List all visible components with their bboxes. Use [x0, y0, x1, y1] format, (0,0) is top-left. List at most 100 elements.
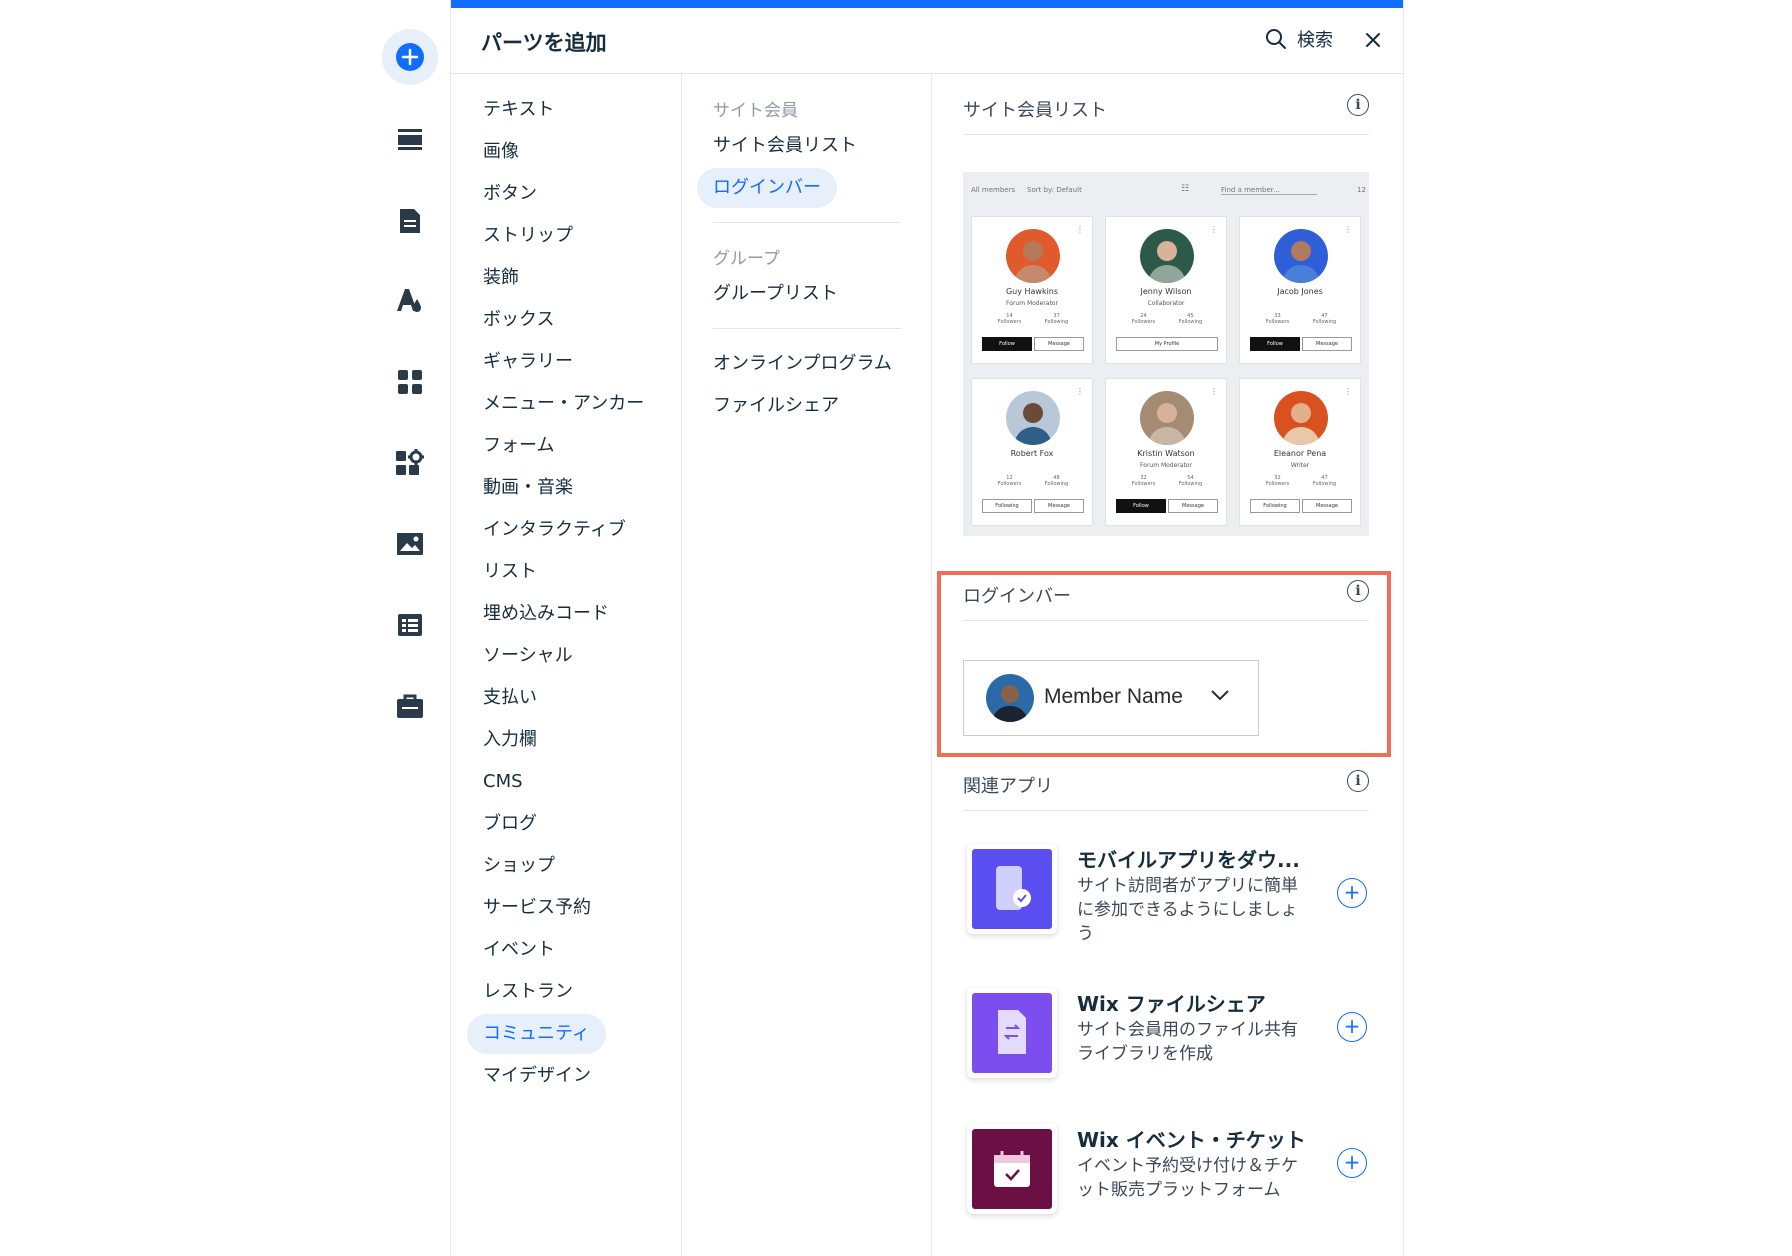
login-bar-element[interactable]: Member Name — [963, 660, 1259, 736]
members-list-preview[interactable]: All members Sort by: Default ☷ Find a me… — [963, 172, 1369, 536]
extensions-icon — [396, 449, 424, 475]
member-role: Forum Moderator — [1006, 300, 1058, 307]
page-icon — [400, 209, 420, 233]
app-description: サイト会員用のファイル共有ライブラリを作成 — [1077, 1020, 1298, 1064]
avatar — [1274, 229, 1328, 283]
subcategory-members-list[interactable]: サイト会員リスト — [697, 126, 873, 166]
business-button[interactable] — [382, 678, 438, 734]
subcategory-list: サイト会員 サイト会員リスト ログインバー グループ グループリスト オンライン… — [681, 74, 932, 1256]
member-avatar — [986, 674, 1034, 722]
category-item[interactable]: サービス予約 — [467, 888, 607, 928]
left-toolbar — [370, 0, 450, 1256]
elements-content: サイト会員リスト i All members Sort by: Default … — [931, 74, 1403, 1256]
category-item[interactable]: ソーシャル — [467, 636, 589, 676]
member-stats: 32 Followers 47 Following — [1265, 475, 1337, 487]
category-item[interactable]: 動画・音楽 — [467, 468, 589, 508]
category-item[interactable]: ブログ — [467, 804, 553, 844]
app-name: モバイルアプリをダウ... — [1077, 848, 1300, 872]
member-stats: 32 Followers 54 Following — [1131, 475, 1203, 487]
following-button: Following — [1250, 499, 1300, 513]
info-icon[interactable]: i — [1347, 580, 1369, 602]
close-button[interactable] — [1361, 28, 1385, 52]
subcategory-group-list[interactable]: グループリスト — [697, 274, 854, 314]
members-list-section-header: サイト会員リスト i — [963, 74, 1369, 135]
info-icon[interactable]: i — [1347, 770, 1369, 792]
category-item[interactable]: マイデザイン — [467, 1056, 607, 1096]
category-item[interactable]: 装飾 — [467, 258, 535, 298]
panel-title: パーツを追加 — [481, 31, 607, 55]
avatar — [1140, 391, 1194, 445]
app-name: Wix ファイルシェア — [1077, 992, 1266, 1016]
add-elements-button[interactable] — [382, 29, 438, 85]
search-icon — [1266, 29, 1286, 49]
category-item[interactable]: 入力欄 — [467, 720, 553, 760]
panel-accent-bar — [451, 0, 1403, 8]
member-stats: 24 Followers 45 Following — [1131, 313, 1203, 325]
add-app-button[interactable]: + — [1337, 1012, 1367, 1042]
member-stats: 12 Followers 48 Following — [997, 475, 1069, 487]
search-button[interactable]: 検索 — [1265, 26, 1333, 52]
apps-button[interactable] — [382, 354, 438, 410]
subcategory-login-bar[interactable]: ログインバー — [697, 168, 837, 208]
category-item[interactable]: 画像 — [467, 132, 535, 172]
add-icon — [396, 43, 424, 71]
category-item[interactable]: テキスト — [467, 90, 570, 130]
add-app-button[interactable]: + — [1337, 1148, 1367, 1178]
category-item[interactable]: ギャラリー — [467, 342, 589, 382]
category-item[interactable]: フォーム — [467, 426, 570, 466]
file-share-icon — [967, 988, 1057, 1078]
preview-toolbar: All members Sort by: Default ☷ Find a me… — [963, 172, 1369, 210]
login-bar-section-header: ログインバー i — [963, 560, 1369, 621]
category-item[interactable]: CMS — [467, 762, 539, 802]
category-item[interactable]: イベント — [467, 930, 571, 970]
app-description: サイト訪問者がアプリに簡単に参加できるようにしましょう — [1077, 876, 1298, 944]
category-item-community[interactable]: コミュニティ — [467, 1014, 606, 1054]
more-icon: ⋮ — [1076, 225, 1084, 234]
member-role: Writer — [1290, 462, 1310, 469]
info-icon[interactable]: i — [1347, 94, 1369, 116]
follow-button: Follow — [1116, 499, 1166, 513]
category-item[interactable]: ボタン — [467, 174, 553, 214]
category-item[interactable]: メニュー・アンカー — [467, 384, 660, 424]
extensions-button[interactable] — [382, 435, 438, 491]
pages-button[interactable] — [382, 193, 438, 249]
category-item[interactable]: インタラクティブ — [467, 510, 642, 550]
briefcase-icon — [397, 694, 423, 718]
category-item[interactable]: ストリップ — [467, 216, 589, 256]
member-name: Guy Hawkins — [1005, 287, 1059, 296]
media-button[interactable] — [382, 516, 438, 572]
category-item[interactable]: 埋め込みコード — [467, 594, 625, 634]
add-app-button[interactable]: + — [1337, 878, 1367, 908]
member-name: Jacob Jones — [1277, 287, 1323, 296]
category-list: テキスト 画像 ボタン ストリップ 装飾 ボックス ギャラリー メニュー・アンカ… — [451, 74, 682, 1256]
subcategory-online-programs[interactable]: オンラインプログラム — [697, 344, 908, 384]
message-button: Message — [1168, 499, 1218, 513]
find-member-input: Find a member... — [1221, 186, 1317, 195]
app-item-file-share[interactable]: Wix ファイルシェア サイト会員用のファイル共有ライブラリを作成 + — [963, 988, 1383, 1098]
category-item[interactable]: 支払い — [467, 678, 553, 718]
subcategory-file-share[interactable]: ファイルシェア — [697, 386, 855, 426]
more-icon: ⋮ — [1210, 387, 1218, 396]
category-item[interactable]: ショップ — [467, 846, 571, 886]
member-name: Kristin Watson — [1137, 449, 1195, 458]
avatar — [1006, 391, 1060, 445]
cms-button[interactable] — [382, 597, 438, 653]
section-title-groups: グループ — [713, 249, 780, 269]
media-icon — [397, 533, 423, 555]
category-item[interactable]: リスト — [467, 552, 553, 592]
app-item-events[interactable]: Wix イベント・チケット イベント予約受け付け＆チケット販売プラットフォーム … — [963, 1124, 1383, 1234]
strips-button[interactable] — [382, 111, 438, 167]
events-icon — [967, 1124, 1057, 1214]
search-label: 検索 — [1297, 30, 1333, 51]
member-name: Robert Fox — [1010, 449, 1054, 458]
member-card: ⋮ Robert Fox 12 Followers 48 Following Foll… — [971, 378, 1093, 526]
filter-all: All members — [971, 186, 1016, 194]
member-stats: 33 Followers 47 Following — [1265, 313, 1337, 325]
member-role: Forum Moderator — [1140, 462, 1192, 469]
theme-button[interactable] — [382, 273, 438, 329]
app-item-mobile[interactable]: モバイルアプリをダウ... サイト訪問者がアプリに簡単に参加できるようにしましょ… — [963, 844, 1383, 954]
more-icon: ⋮ — [1344, 225, 1352, 234]
category-item[interactable]: レストラン — [467, 972, 589, 1012]
member-role: Collaborator — [1147, 300, 1185, 307]
category-item[interactable]: ボックス — [467, 300, 570, 340]
